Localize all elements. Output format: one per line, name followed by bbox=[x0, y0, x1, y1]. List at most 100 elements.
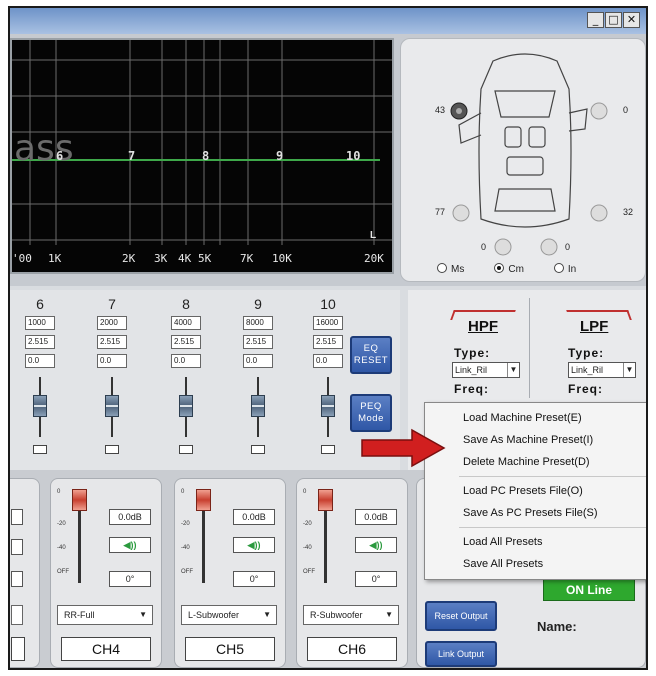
freq-tick: 3K bbox=[154, 252, 168, 265]
filter-divider bbox=[529, 298, 530, 398]
band-gain-input[interactable]: 0.0 bbox=[313, 354, 343, 368]
eq-reset-button[interactable]: EQ RESET bbox=[350, 336, 392, 374]
output-select[interactable] bbox=[11, 605, 23, 625]
gain-display[interactable] bbox=[11, 509, 23, 525]
band-q-input[interactable]: 2.515 bbox=[243, 335, 273, 349]
eq-point-10[interactable]: 10 bbox=[346, 149, 360, 163]
channel-label[interactable]: CH6 bbox=[307, 637, 397, 661]
band-freq-input[interactable]: 4000 bbox=[171, 316, 201, 330]
speaker-mute-icon[interactable]: ◀)) bbox=[355, 537, 397, 553]
band-bypass-checkbox[interactable] bbox=[321, 445, 335, 454]
hpf-type-select[interactable]: Link_Ril ▼ bbox=[452, 362, 520, 378]
lpf-freq-label: Freq: bbox=[568, 382, 603, 396]
chevron-down-icon: ▼ bbox=[139, 610, 147, 619]
freq-tick: 4K bbox=[178, 252, 192, 265]
close-button[interactable]: ✕ bbox=[623, 12, 640, 28]
unit-option-in[interactable]: In bbox=[553, 263, 576, 275]
eq-point-7[interactable]: 7 bbox=[128, 149, 135, 163]
fader-knob[interactable] bbox=[251, 395, 265, 417]
phase-box[interactable]: 0° bbox=[233, 571, 275, 587]
peq-mode-button[interactable]: PEQ Mode bbox=[350, 394, 392, 432]
menu-item-save-pc-presets[interactable]: Save As PC Presets File(S) bbox=[425, 502, 646, 524]
channel-label[interactable]: CH5 bbox=[185, 637, 275, 661]
speaker-sub-left[interactable] bbox=[494, 238, 512, 256]
car-diagram bbox=[450, 53, 608, 256]
speaker-mute-icon[interactable]: ◀)) bbox=[109, 537, 151, 553]
speaker-rear-right[interactable] bbox=[590, 204, 608, 222]
band-gain-fader[interactable] bbox=[238, 373, 278, 443]
peq-band-9: 9 8000 2.515 0.0 bbox=[238, 296, 278, 466]
reset-output-button[interactable]: Reset Output bbox=[425, 601, 497, 631]
chevron-down-icon: ▼ bbox=[623, 363, 635, 377]
band-q-input[interactable]: 2.515 bbox=[97, 335, 127, 349]
fader-knob[interactable] bbox=[179, 395, 193, 417]
eq-point-6[interactable]: 6 bbox=[56, 149, 63, 163]
menu-item-save-machine-preset[interactable]: Save As Machine Preset(I) bbox=[425, 429, 646, 451]
level-fader-knob[interactable] bbox=[196, 489, 211, 511]
band-freq-input[interactable]: 8000 bbox=[243, 316, 273, 330]
channel-indicator: L bbox=[370, 230, 377, 241]
level-fader-knob[interactable] bbox=[72, 489, 87, 511]
band-gain-input[interactable]: 0.0 bbox=[97, 354, 127, 368]
gain-display[interactable]: 0.0dB bbox=[109, 509, 151, 525]
speaker-front-right[interactable] bbox=[590, 102, 608, 120]
peq-band-panel: 6 1000 2.515 0.0 7 2000 2.515 0.0 8 4000… bbox=[10, 290, 400, 470]
title-bar: _ □ ✕ bbox=[10, 8, 646, 34]
band-gain-fader[interactable] bbox=[308, 373, 348, 443]
channel-label[interactable] bbox=[11, 637, 25, 661]
output-select[interactable]: L-Subwoofer ▼ bbox=[181, 605, 277, 625]
menu-item-load-all-presets[interactable]: Load All Presets bbox=[425, 531, 646, 553]
menu-item-load-pc-presets[interactable]: Load PC Presets File(O) bbox=[425, 480, 646, 502]
menu-item-save-all-presets[interactable]: Save All Presets bbox=[425, 553, 646, 575]
minimize-button[interactable]: _ bbox=[587, 12, 604, 28]
phase-box[interactable]: 0° bbox=[355, 571, 397, 587]
menu-item-load-machine-preset[interactable]: Load Machine Preset(E) bbox=[425, 407, 646, 429]
band-bypass-checkbox[interactable] bbox=[179, 445, 193, 454]
link-output-button[interactable]: Link Output bbox=[425, 641, 497, 667]
fader-knob[interactable] bbox=[321, 395, 335, 417]
eq-point-9[interactable]: 9 bbox=[276, 149, 283, 163]
level-fader-knob[interactable] bbox=[318, 489, 333, 511]
fader-knob[interactable] bbox=[105, 395, 119, 417]
output-select[interactable]: RR-Full ▼ bbox=[57, 605, 153, 625]
band-gain-fader[interactable] bbox=[92, 373, 132, 443]
unit-option-ms[interactable]: Ms bbox=[437, 263, 464, 275]
band-q-input[interactable]: 2.515 bbox=[171, 335, 201, 349]
eq-graph[interactable]: ass 6 7 8 9 10 L '00 1K 2K 3K 4K 5K 7K 1… bbox=[10, 38, 394, 274]
chevron-down-icon: ▼ bbox=[507, 363, 519, 377]
band-q-input[interactable]: 2.515 bbox=[313, 335, 343, 349]
channel-label[interactable]: CH4 bbox=[61, 637, 151, 661]
speaker-rear-left[interactable] bbox=[452, 204, 470, 222]
band-gain-input[interactable]: 0.0 bbox=[171, 354, 201, 368]
phase-box[interactable] bbox=[11, 571, 23, 587]
unit-option-cm[interactable]: Cm bbox=[494, 263, 524, 275]
band-bypass-checkbox[interactable] bbox=[105, 445, 119, 454]
band-gain-fader[interactable] bbox=[20, 373, 60, 443]
lpf-type-select[interactable]: Link_Ril ▼ bbox=[568, 362, 636, 378]
freq-tick: 5K bbox=[198, 252, 212, 265]
band-bypass-checkbox[interactable] bbox=[33, 445, 47, 454]
phase-box[interactable] bbox=[11, 539, 23, 555]
peq-band-7: 7 2000 2.515 0.0 bbox=[92, 296, 132, 466]
band-freq-input[interactable]: 1000 bbox=[25, 316, 55, 330]
band-q-input[interactable]: 2.515 bbox=[25, 335, 55, 349]
maximize-button[interactable]: □ bbox=[605, 12, 622, 28]
band-gain-input[interactable]: 0.0 bbox=[243, 354, 273, 368]
fader-knob[interactable] bbox=[33, 395, 47, 417]
band-freq-input[interactable]: 16000 bbox=[313, 316, 343, 330]
eq-point-8[interactable]: 8 bbox=[202, 149, 209, 163]
delay-value-fr: 0 bbox=[623, 105, 629, 115]
speaker-sub-right[interactable] bbox=[540, 238, 558, 256]
phase-box[interactable]: 0° bbox=[109, 571, 151, 587]
band-freq-input[interactable]: 2000 bbox=[97, 316, 127, 330]
gain-display[interactable]: 0.0dB bbox=[233, 509, 275, 525]
band-gain-fader[interactable] bbox=[166, 373, 206, 443]
lpf-title: LPF bbox=[580, 318, 609, 335]
band-bypass-checkbox[interactable] bbox=[251, 445, 265, 454]
output-select[interactable]: R-Subwoofer ▼ bbox=[303, 605, 399, 625]
speaker-mute-icon[interactable]: ◀)) bbox=[233, 537, 275, 553]
band-gain-input[interactable]: 0.0 bbox=[25, 354, 55, 368]
menu-item-delete-machine-preset[interactable]: Delete Machine Preset(D) bbox=[425, 451, 646, 473]
hpf-type-label: Type: bbox=[454, 346, 491, 360]
gain-display[interactable]: 0.0dB bbox=[355, 509, 397, 525]
